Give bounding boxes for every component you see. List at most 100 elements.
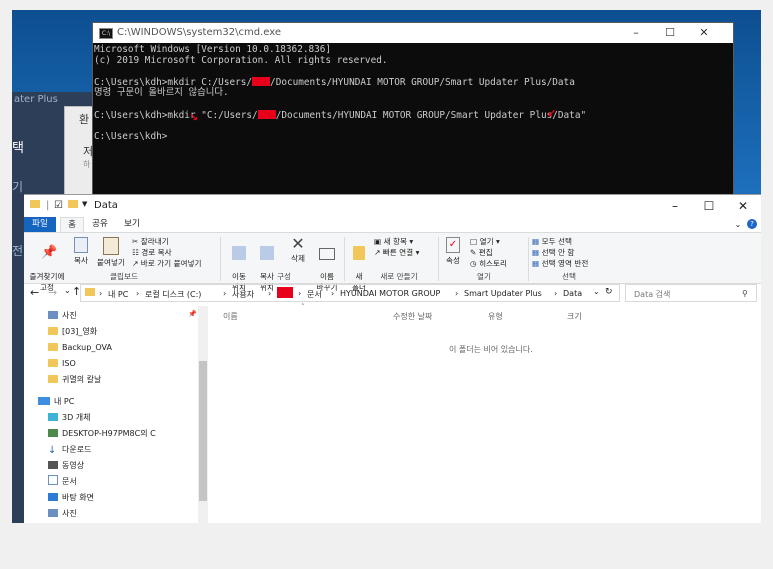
empty-folder-message: 이 폴더는 비어 있습니다.	[449, 345, 533, 354]
cmd-window[interactable]: C:\ C:\WINDOWS\system32\cmd.exe – ☐ ✕ Mi…	[92, 22, 734, 205]
recent-locations-icon[interactable]: ⌄	[64, 286, 71, 295]
cmd-output[interactable]: Microsoft Windows [Version 10.0.18362.83…	[93, 43, 733, 142]
explorer-window[interactable]: | ☑ ▼ Data – ☐ ✕ 파일 홈 공유 보기 ⌄ ? 📌 즐겨찾기에 …	[24, 194, 761, 523]
column-size[interactable]: 크기	[567, 311, 582, 322]
nav-item[interactable]: 3D 개체	[48, 410, 91, 425]
open-button[interactable]: □ 열기 ▾	[470, 236, 500, 247]
nav-scrollbar[interactable]	[198, 306, 208, 523]
chevron-down-icon[interactable]: ⌄	[593, 287, 600, 296]
folder-icon	[48, 327, 58, 335]
folder-icon	[48, 359, 58, 367]
ribbon-separator	[528, 237, 529, 281]
nav-item[interactable]: 문서	[48, 474, 77, 489]
copy-icon	[74, 237, 88, 253]
move-icon	[232, 246, 246, 260]
nav-item[interactable]: ISO	[48, 356, 76, 371]
breadcrumb-item[interactable]: 로컬 디스크 (C:)	[145, 289, 201, 300]
background-panel-label: 환	[79, 113, 90, 126]
easy-access-icon: ↗	[374, 248, 381, 257]
documents-icon	[48, 475, 58, 485]
nav-item[interactable]: 사진	[48, 506, 77, 521]
history-button[interactable]: ◷ 히스토리	[470, 258, 507, 269]
cmd-title: C:\WINDOWS\system32\cmd.exe	[117, 27, 281, 38]
breadcrumb-item[interactable]: 사용자	[232, 289, 254, 300]
nav-item-this-pc[interactable]: 내 PC	[38, 394, 74, 409]
close-icon[interactable]: ✕	[726, 195, 760, 217]
refresh-icon[interactable]: ↻	[605, 287, 613, 297]
new-item-button[interactable]: ▣ 새 항목 ▾	[374, 236, 413, 247]
maximize-icon[interactable]: ☐	[692, 195, 726, 217]
breadcrumb-item[interactable]: Data	[563, 289, 582, 298]
cmd-titlebar[interactable]: C:\ C:\WINDOWS\system32\cmd.exe – ☐ ✕	[93, 23, 733, 43]
tab-view[interactable]: 보기	[118, 217, 146, 232]
breadcrumb-item[interactable]: 문서	[307, 289, 322, 300]
chevron-down-icon[interactable]: ▼	[82, 200, 87, 208]
tab-share[interactable]: 공유	[86, 217, 114, 232]
nav-item[interactable]: 바탕 화면	[48, 490, 94, 505]
new-folder-quick-icon[interactable]	[68, 200, 78, 211]
tab-home[interactable]: 홈	[60, 217, 84, 232]
select-none-icon: ▦	[532, 248, 540, 257]
search-placeholder: Data 검색	[634, 290, 671, 299]
nav-item[interactable]: 귀멸의 칼날	[48, 372, 101, 387]
nav-item[interactable]: ↓ 다운로드	[48, 442, 91, 457]
nav-item[interactable]: DESKTOP-H97PM8C의 C	[48, 426, 156, 441]
chevron-down-icon[interactable]: ⌄	[732, 217, 744, 232]
forward-icon[interactable]: →	[48, 286, 57, 299]
maximize-icon[interactable]: ☐	[653, 23, 687, 43]
open-icon: □	[470, 237, 478, 246]
edit-button[interactable]: ✎ 편집	[470, 247, 493, 258]
help-icon[interactable]: ?	[746, 217, 758, 232]
minimize-icon[interactable]: –	[658, 195, 692, 217]
easy-access-button[interactable]: ↗ 빠른 연결 ▾	[374, 247, 419, 258]
computer-icon	[38, 397, 50, 405]
breadcrumb-item[interactable]: 내 PC	[108, 289, 128, 300]
ribbon-separator	[438, 237, 439, 281]
back-icon[interactable]: ←	[30, 286, 39, 299]
group-open: 열기	[477, 272, 491, 281]
minimize-icon[interactable]: –	[619, 23, 653, 43]
pin-icon[interactable]: 📌	[188, 310, 197, 318]
scrollbar-thumb[interactable]	[199, 361, 207, 501]
properties-button[interactable]: ✓ 속성	[442, 237, 464, 266]
search-input[interactable]: Data 검색 ⚲	[625, 284, 757, 302]
address-bar[interactable]: › 내 PC › 로컬 디스크 (C:) › 사용자 › › 문서 › HYUN…	[80, 284, 620, 302]
column-name[interactable]: 이름	[223, 311, 238, 322]
column-date-modified[interactable]: 수정한 날짜	[393, 311, 432, 322]
sort-ascending-icon: ˄	[301, 303, 305, 311]
copy-button[interactable]: 복사	[70, 237, 92, 266]
paste-shortcut-button[interactable]: ↗ 바로 가기 붙여넣기	[132, 258, 202, 269]
paste-button[interactable]: 붙여넣기	[94, 237, 128, 268]
cmd-line: Microsoft Windows [Version 10.0.18362.83…	[94, 44, 332, 55]
select-all-button[interactable]: ▦ 모두 선택	[532, 236, 572, 247]
ribbon: 📌 즐겨찾기에 고정 복사 붙여넣기 ✂ 잘라내기 ☷ 경로 복사 ↗ 바로 가…	[24, 232, 761, 292]
group-new: 새로 만들기	[380, 272, 418, 281]
path-icon: ☷	[132, 248, 139, 257]
cmd-prompt: C:\Users\kdh>	[94, 130, 168, 142]
copy-path-button[interactable]: ☷ 경로 복사	[132, 247, 172, 258]
explorer-title: Data	[94, 200, 118, 211]
select-none-button[interactable]: ▦ 선택 안 함	[532, 247, 574, 258]
properties-quick-icon[interactable]: ☑	[54, 200, 63, 211]
explorer-titlebar[interactable]: | ☑ ▼ Data – ☐ ✕	[24, 195, 761, 217]
annotation-arrow-icon: ↙	[547, 107, 557, 120]
nav-item[interactable]: [03]_영화	[48, 324, 97, 339]
column-type[interactable]: 유형	[488, 311, 503, 322]
pictures-icon	[48, 509, 58, 517]
group-select: 선택	[562, 272, 576, 281]
3d-objects-icon	[48, 413, 58, 421]
nav-item[interactable]: 동영상	[48, 458, 84, 473]
navigation-pane: 사진 📌 [03]_영화 Backup_OVA ISO 귀멸의 칼날 내 PC …	[24, 306, 202, 523]
breadcrumb-item[interactable]: Smart Updater Plus	[464, 289, 542, 298]
ribbon-separator	[344, 237, 345, 281]
nav-item[interactable]: 사진	[48, 308, 77, 323]
background-panel-label: 하	[83, 160, 91, 169]
cut-button[interactable]: ✂ 잘라내기	[132, 236, 169, 247]
close-icon[interactable]: ✕	[687, 23, 721, 43]
tab-file[interactable]: 파일	[24, 217, 56, 232]
delete-button[interactable]: ✕ 삭제	[286, 236, 310, 264]
breadcrumb-item[interactable]: HYUNDAI MOTOR GROUP	[340, 289, 440, 298]
invert-selection-button[interactable]: ▦ 선택 영역 반전	[532, 258, 588, 269]
network-drive-icon	[48, 429, 58, 437]
nav-item[interactable]: Backup_OVA	[48, 340, 112, 355]
